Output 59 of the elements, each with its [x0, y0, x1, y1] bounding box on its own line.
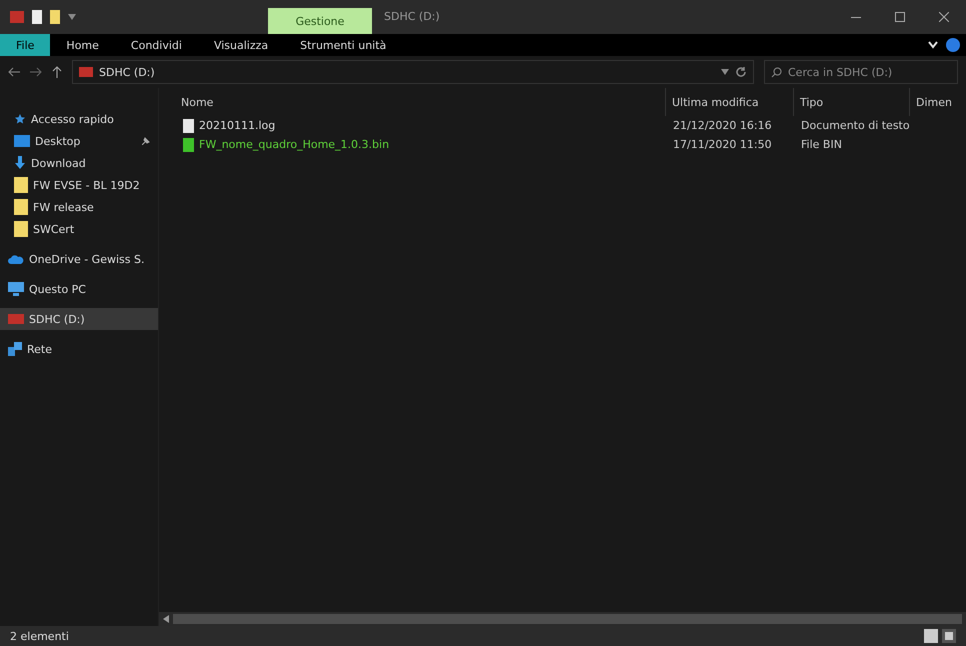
table-cell-text: 17/11/2020 11:50	[672, 138, 773, 151]
drive-icon	[79, 67, 93, 77]
ribbon-tab[interactable]: File	[0, 34, 50, 56]
minimize-icon[interactable]	[851, 16, 861, 18]
sidebar-item[interactable]: Questo PC	[0, 278, 158, 300]
folder-icon	[14, 199, 28, 215]
ribbon-tab[interactable]: Visualizza	[198, 34, 284, 56]
sidebar-item[interactable]: Rete	[0, 338, 158, 360]
close-icon[interactable]	[939, 12, 949, 22]
search-icon	[771, 66, 782, 78]
sidebar-item[interactable]: SDHC (D:)	[0, 308, 158, 330]
download-icon	[14, 156, 26, 170]
sidebar-item[interactable]: Accesso rapido	[0, 108, 158, 130]
sidebar-item[interactable]: OneDrive - Gewiss S.	[0, 248, 158, 270]
ribbon-tab[interactable]: Strumenti unità	[284, 34, 402, 56]
folder-icon	[14, 221, 28, 237]
scroll-left-icon[interactable]	[163, 615, 169, 623]
ribbon-tab[interactable]: Home	[50, 34, 115, 56]
forward-icon[interactable]	[30, 67, 42, 77]
file-name[interactable]: FW_nome_quadro_Home_1.0.3.bin	[179, 138, 669, 152]
help-icon[interactable]	[946, 38, 960, 52]
column-header[interactable]: Ultima modifica	[665, 88, 793, 116]
expand-ribbon-icon[interactable]	[928, 41, 938, 49]
search-field[interactable]: Cerca in SDHC (D:)	[764, 60, 958, 84]
window-title: SDHC (D:)	[383, 9, 441, 25]
column-header[interactable]: Tipo	[793, 88, 909, 116]
sidebar-item[interactable]: Desktop	[0, 130, 158, 152]
star-icon	[14, 113, 26, 125]
table-cell-text: 21/12/2020 16:16	[672, 119, 773, 132]
horizontal-scrollbar[interactable]	[159, 612, 966, 626]
sidebar-item[interactable]: Download	[0, 152, 158, 174]
drive-icon	[8, 314, 24, 324]
up-icon[interactable]	[52, 66, 62, 78]
network-icon	[8, 342, 22, 356]
back-icon[interactable]	[8, 67, 20, 77]
table-cell-text: File BIN	[800, 138, 843, 151]
file-icon	[183, 138, 194, 152]
file-name[interactable]: 20210111.log	[179, 118, 669, 132]
context-tab[interactable]: Gestione	[268, 8, 372, 34]
desktop-icon	[14, 135, 30, 147]
maximize-icon[interactable]	[895, 12, 905, 22]
sidebar-item[interactable]: FW release	[0, 196, 158, 218]
sidebar-item[interactable]: SWCert	[0, 218, 158, 240]
address-bar[interactable]: SDHC (D:)	[72, 60, 754, 84]
ribbon-tab[interactable]: Condividi	[114, 34, 198, 56]
cloud-icon	[8, 254, 24, 264]
folder-icon	[14, 177, 28, 193]
column-header[interactable]: Nome	[175, 88, 665, 116]
computer-icon	[8, 282, 24, 296]
large-icons-view-icon[interactable]	[942, 629, 956, 643]
table-cell-text: Documento di testo	[800, 119, 911, 132]
dropdown-icon[interactable]	[68, 14, 76, 20]
refresh-icon[interactable]	[735, 66, 747, 78]
document-icon	[183, 118, 194, 132]
column-header[interactable]: Dimen	[909, 88, 966, 116]
sidebar-item[interactable]: FW EVSE - BL 19D2	[0, 174, 158, 196]
dropdown-icon[interactable]	[721, 69, 729, 75]
item-count: 2 elementi	[10, 630, 69, 642]
address-path: SDHC (D:)	[99, 66, 155, 78]
